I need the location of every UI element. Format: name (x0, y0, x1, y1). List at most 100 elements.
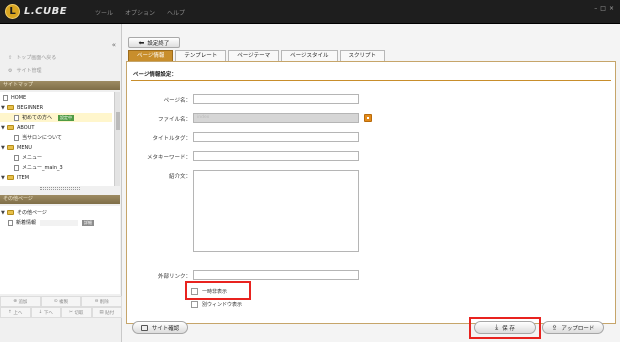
expand-icon[interactable]: ▼ (1, 210, 6, 216)
delete-button[interactable]: ⊖ 削除 (81, 296, 123, 307)
detail-badge[interactable]: 詳細 (82, 219, 95, 226)
section-divider (131, 80, 611, 81)
tab-template[interactable]: テンプレート (175, 50, 227, 61)
page-icon (3, 94, 8, 101)
other-pages-header: その他ページ (0, 195, 120, 204)
page-name-input[interactable] (193, 94, 359, 104)
tab-page-theme[interactable]: ページテーマ (228, 50, 280, 61)
tree-item-label: その他ページ (17, 210, 47, 216)
monitor-icon (140, 324, 148, 331)
app-brand: L.CUBE (24, 6, 68, 17)
lock-icon[interactable] (364, 114, 372, 122)
tree-item-label: メニュー_main_3 (22, 165, 63, 171)
menu-tools[interactable]: ツール (95, 8, 113, 17)
external-link-label: 外部リンク： (157, 274, 191, 280)
tab-page-style[interactable]: ページスタイル (281, 50, 338, 61)
redacted-area (40, 219, 79, 226)
sitemap-scrollbar[interactable] (114, 92, 120, 186)
tree-folder-item[interactable]: ▼ ITEM (1, 173, 29, 182)
tab-script[interactable]: スクリプト (339, 50, 386, 61)
tree-item-label: MENU (17, 144, 32, 151)
page-name-label: ページ名： (163, 98, 191, 104)
close-icon[interactable]: × (609, 5, 614, 12)
external-link-input[interactable] (193, 270, 359, 280)
tree-item-label: 当サロンについて (22, 135, 62, 141)
maximize-icon[interactable]: □ (600, 5, 606, 12)
tree-folder-about[interactable]: ▼ ABOUT (1, 123, 34, 132)
tree-item-menu-page[interactable]: メニュー (14, 153, 42, 162)
gear-icon: ⚙ (8, 67, 13, 74)
scrollbar-thumb[interactable] (116, 112, 120, 130)
description-label: 紹介文： (168, 174, 191, 180)
back-arrow-icon: ⬅ (138, 38, 145, 47)
tree-item-home[interactable]: HOME (3, 93, 26, 102)
expand-icon[interactable]: ▼ (1, 145, 6, 151)
other-pages-tree: ▼ その他ページ 新着情報 詳細 (0, 206, 120, 294)
tree-folder-beginner[interactable]: ▼ BEGINNER (1, 103, 43, 112)
folder-icon (7, 145, 14, 150)
duplicate-button[interactable]: ⊙ 複製 (40, 296, 82, 307)
duplicate-label: 複製 (59, 299, 69, 305)
title-tag-input[interactable] (193, 132, 359, 142)
site-management-label: サイト管理 (16, 68, 42, 74)
status-badge: 設定中 (58, 114, 75, 121)
expand-icon[interactable]: ▼ (1, 175, 6, 181)
move-down-button[interactable]: ↓ 下へ (30, 307, 61, 318)
pane-splitter[interactable] (40, 187, 80, 190)
site-check-button[interactable]: サイト確認 (132, 321, 188, 334)
logo-icon: L (5, 4, 20, 19)
move-up-button[interactable]: ↑ 上へ (0, 307, 31, 318)
move-up-label: 上へ (13, 310, 23, 316)
description-textarea[interactable] (193, 170, 359, 252)
upload-button[interactable]: ⇪ アップロード (542, 321, 604, 334)
tab-page-info[interactable]: ページ情報 (128, 50, 174, 61)
title-bar: L L.CUBE ツール オプション ヘルプ – □ × (0, 0, 620, 24)
page-icon (14, 134, 19, 141)
window-controls: – □ × (594, 5, 614, 12)
folder-icon (7, 210, 14, 215)
tree-item-label: メニュー (22, 155, 43, 161)
page-icon (8, 219, 13, 226)
menu-options[interactable]: オプション (125, 8, 155, 17)
upload-label: アップロード (561, 325, 595, 332)
new-window-checkbox[interactable] (191, 301, 198, 308)
site-management-link[interactable]: ⚙ サイト管理 (8, 67, 42, 75)
highlight-box-save (469, 317, 541, 339)
finish-settings-button[interactable]: ⬅ 設定終了 (128, 37, 180, 48)
move-down-label: 下へ (43, 310, 53, 316)
page-icon (14, 154, 19, 161)
meta-keyword-label: メタキーワード： (146, 155, 191, 161)
back-to-top-link[interactable]: ⇧ トップ画面へ戻る (8, 54, 57, 62)
meta-keyword-input[interactable] (193, 151, 359, 161)
tree-item-beginner-page[interactable]: 初めての方へ 設定中 (0, 113, 112, 122)
sitemap-tree: HOME ▼ BEGINNER 初めての方へ 設定中 ▼ ABOUT 当サロンについ… (0, 92, 114, 186)
paste-label: 貼付 (105, 310, 115, 316)
tree-item-menu-main3[interactable]: メニュー_main_3 (14, 163, 63, 172)
expand-icon[interactable]: ▼ (1, 125, 6, 131)
tree-item-about-page[interactable]: 当サロンについて (14, 133, 62, 142)
paste-button[interactable]: ▤ 貼付 (91, 307, 122, 318)
arrow-icon: ⇧ (8, 54, 13, 61)
upload-icon: ⇪ (551, 323, 558, 332)
page-icon (14, 114, 19, 121)
tree-folder-menu[interactable]: ▼ MENU (1, 143, 32, 152)
back-to-top-label: トップ画面へ戻る (16, 55, 57, 61)
tree-toolbar: ⊕ 追加 ⊙ 複製 ⊖ 削除 ↑ 上へ ↓ 下へ ✂ 切取 ▤ 貼付 (0, 296, 123, 318)
collapse-sidebar-icon[interactable]: « (112, 41, 116, 49)
highlight-box-checkbox (185, 281, 251, 300)
tree-item-label: ITEM (17, 174, 30, 181)
title-tag-label: タイトルタグ： (152, 136, 191, 142)
tree-item-news[interactable]: 新着情報 詳細 (8, 218, 95, 227)
expand-icon[interactable]: ▼ (1, 105, 6, 111)
tab-bar: ページ情報 テンプレート ページテーマ ページスタイル スクリプト (128, 50, 386, 61)
page-info-panel: ページ情報設定： ページ名： ファイル名： index タイトルタグ： メタキー… (126, 61, 616, 324)
tree-item-label: HOME (11, 94, 27, 101)
menu-help[interactable]: ヘルプ (167, 8, 185, 17)
tree-folder-other[interactable]: ▼ その他ページ (1, 208, 47, 217)
add-button[interactable]: ⊕ 追加 (0, 296, 41, 307)
delete-label: 削除 (99, 299, 109, 305)
minimize-icon[interactable]: – (594, 5, 597, 12)
tree-item-label: ABOUT (17, 124, 35, 131)
cut-button[interactable]: ✂ 切取 (61, 307, 92, 318)
new-window-option[interactable]: 別ウィンドウ表示 (191, 301, 242, 308)
